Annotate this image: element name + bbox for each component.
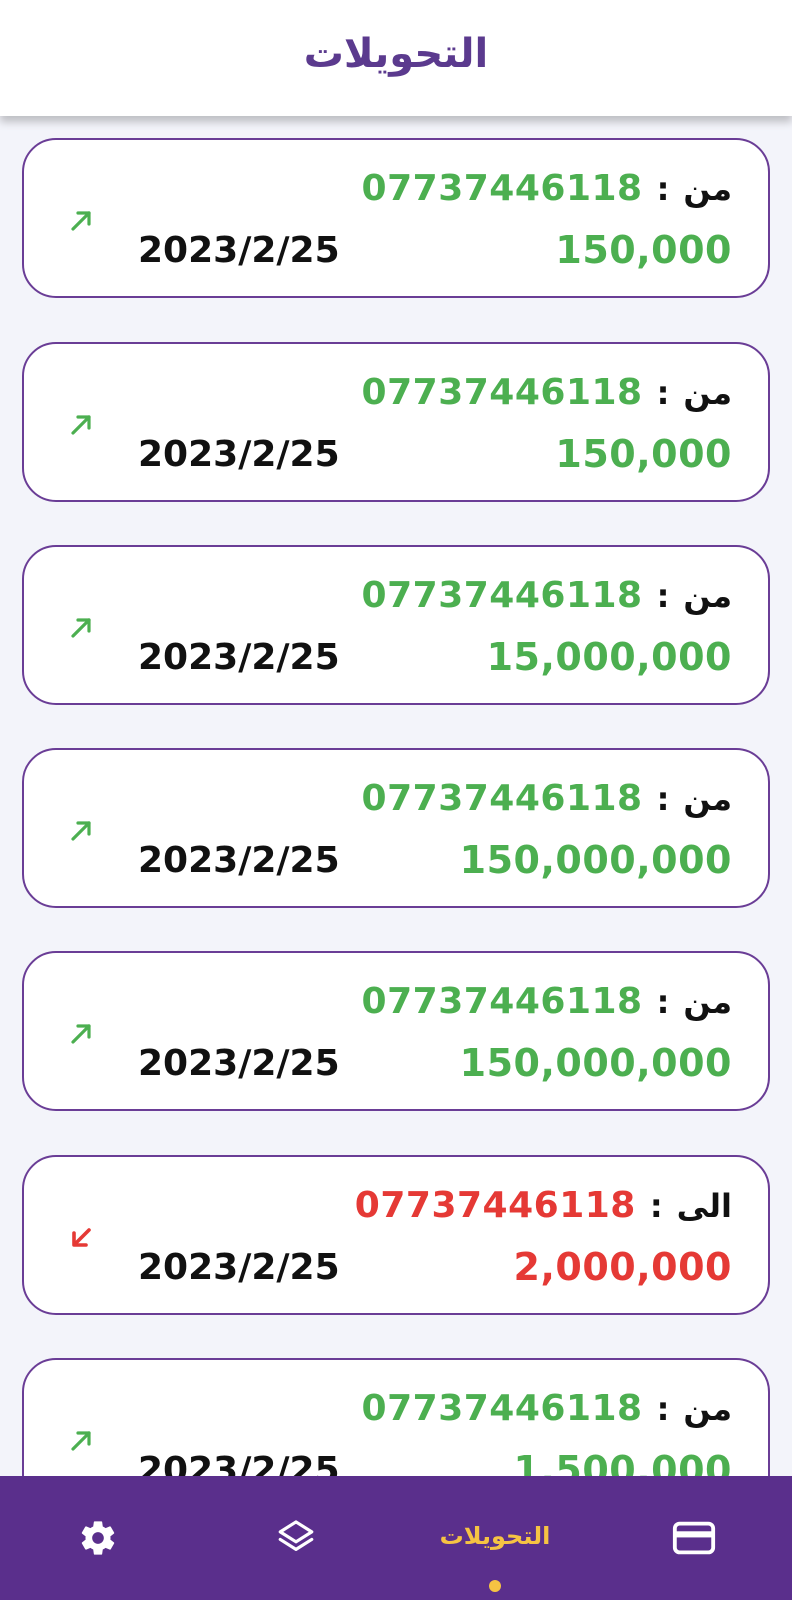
nav-transfers-label: التحويلات xyxy=(439,1522,551,1550)
direction-label: من xyxy=(683,576,732,615)
phone-number: 07737446118 xyxy=(361,168,643,209)
arrow-up-right-icon xyxy=(71,211,91,231)
transaction-card[interactable]: من : 07737446118 150,000,000 2023/2/25 xyxy=(22,748,770,908)
gear-icon xyxy=(81,1521,115,1555)
separator: : xyxy=(656,169,670,208)
date: 2023/2/25 xyxy=(138,230,340,271)
arrow-up-right-icon xyxy=(71,821,91,841)
separator: : xyxy=(656,982,670,1021)
separator: : xyxy=(656,373,670,412)
transaction-card[interactable]: من : 07737446118 150,000 2023/2/25 xyxy=(22,138,770,298)
separator: : xyxy=(649,1186,663,1225)
counterparty-row: من : 07737446118 xyxy=(362,372,732,413)
amount: 2,000,000 xyxy=(513,1245,732,1289)
separator: : xyxy=(656,576,670,615)
counterparty-row: من : 07737446118 xyxy=(362,981,732,1022)
date: 2023/2/25 xyxy=(138,1043,340,1084)
date: 2023/2/25 xyxy=(138,1247,340,1288)
transaction-card[interactable]: من : 07737446118 150,000 2023/2/25 xyxy=(22,342,770,502)
transaction-card[interactable]: من : 07737446118 150,000,000 2023/2/25 xyxy=(22,951,770,1111)
date: 2023/2/25 xyxy=(138,637,340,678)
direction-label: من xyxy=(683,1389,732,1428)
phone-number: 07737446118 xyxy=(361,778,643,819)
counterparty-row: من : 07737446118 xyxy=(362,168,732,209)
direction-label: من xyxy=(683,779,732,818)
separator: : xyxy=(656,1389,670,1428)
page-title: التحويلات xyxy=(303,31,489,77)
amount: 15,000,000 xyxy=(486,635,732,679)
phone-number: 07737446118 xyxy=(361,372,643,413)
counterparty-row: من : 07737446118 xyxy=(362,575,732,616)
arrow-up-right-icon xyxy=(71,618,91,638)
arrow-up-right-icon xyxy=(71,1024,91,1044)
amount: 1,500,000 xyxy=(513,1448,732,1476)
amount: 150,000,000 xyxy=(459,838,732,882)
date: 2023/2/25 xyxy=(138,840,340,881)
layers-icon xyxy=(278,1520,314,1551)
amount: 150,000 xyxy=(555,432,732,476)
nav-settings-button[interactable] xyxy=(58,1476,138,1600)
phone-number: 07737446118 xyxy=(354,1185,636,1226)
separator: : xyxy=(656,779,670,818)
arrow-up-right-icon xyxy=(71,415,91,435)
nav-card-button[interactable] xyxy=(654,1476,734,1600)
direction-label: من xyxy=(683,373,732,412)
transaction-card[interactable]: من : 07737446118 1,500,000 2023/2/25 xyxy=(22,1358,770,1476)
counterparty-row: من : 07737446118 xyxy=(362,778,732,819)
app-screen: التحويلات من : 07737446118 150,000 2023/… xyxy=(0,0,792,1600)
transaction-card[interactable]: من : 07737446118 15,000,000 2023/2/25 xyxy=(22,545,770,705)
phone-number: 07737446118 xyxy=(361,1388,643,1429)
direction-label: من xyxy=(683,169,732,208)
bottom-navigation: التحويلات xyxy=(0,1476,792,1600)
phone-number: 07737446118 xyxy=(361,575,643,616)
credit-card-icon xyxy=(672,1521,716,1555)
active-indicator-dot xyxy=(489,1580,501,1592)
counterparty-row: من : 07737446118 xyxy=(362,1388,732,1429)
arrow-down-left-icon xyxy=(72,1228,91,1247)
phone-number: 07737446118 xyxy=(361,981,643,1022)
direction-label: الى xyxy=(676,1186,732,1225)
nav-layers-button[interactable] xyxy=(256,1476,336,1600)
amount: 150,000,000 xyxy=(459,1041,732,1085)
app-header: التحويلات xyxy=(0,0,792,116)
direction-label: من xyxy=(683,982,732,1021)
date: 2023/2/25 xyxy=(138,434,340,475)
date: 2023/2/25 xyxy=(138,1450,340,1476)
nav-transfers-tab[interactable]: التحويلات xyxy=(420,1476,570,1600)
counterparty-row: الى : 07737446118 xyxy=(355,1185,732,1226)
transactions-list[interactable]: من : 07737446118 150,000 2023/2/25 من : … xyxy=(0,0,792,1476)
arrow-up-right-icon xyxy=(71,1431,91,1451)
transaction-card[interactable]: الى : 07737446118 2,000,000 2023/2/25 xyxy=(22,1155,770,1315)
amount: 150,000 xyxy=(555,228,732,272)
